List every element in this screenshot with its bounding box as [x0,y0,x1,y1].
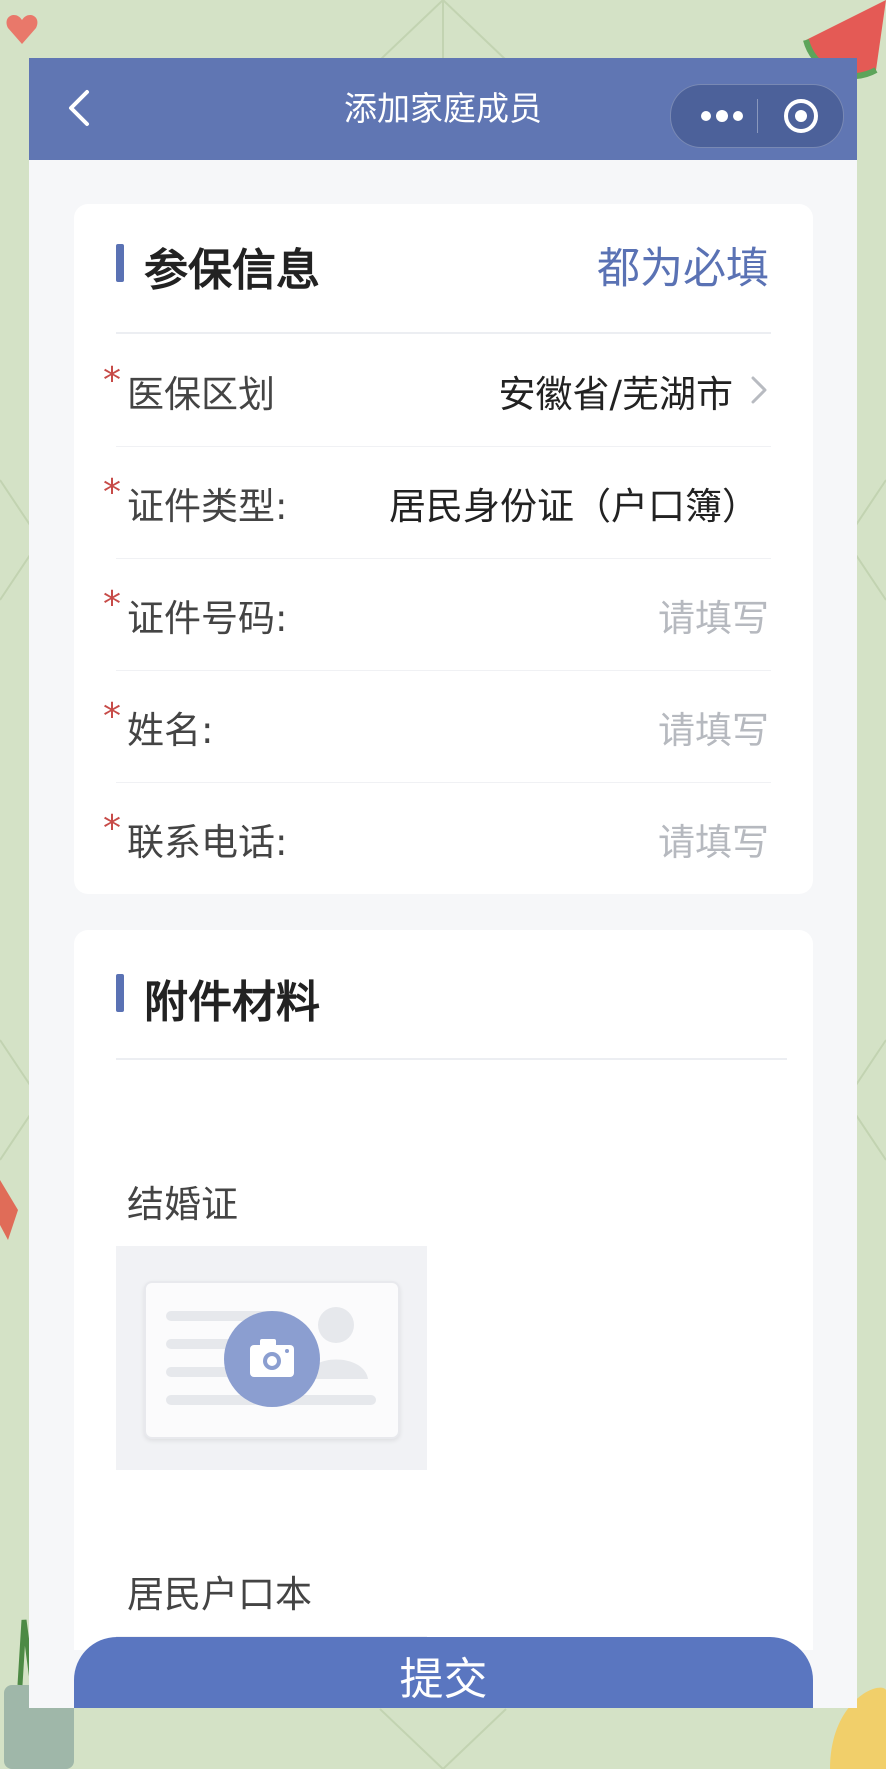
submit-button[interactable]: 提交 [74,1637,813,1708]
field-label: 证件号码: [127,597,288,640]
region-value[interactable]: 安徽省/芜湖市 [499,364,733,418]
heart-decoration-icon [6,14,38,44]
field-row-name[interactable]: * 姓名: 请填写 [74,670,813,782]
required-star: * [103,696,121,737]
id-number-input[interactable]: 请填写 [658,588,769,642]
navigation-bar: 添加家庭成员 [29,58,857,160]
insurance-info-card: 参保信息 都为必填 * 医保区划 安徽省/芜湖市 * 证件类型: 居民身份证（户… [74,204,813,894]
attachment-label: 结婚证 [127,1183,238,1226]
field-label: 姓名: [127,709,214,752]
divider [116,1058,787,1060]
section-accent-bar [116,244,124,282]
more-dots-icon[interactable] [699,103,745,129]
marriage-certificate-upload[interactable] [116,1246,427,1470]
field-row-phone[interactable]: * 联系电话: 请填写 [74,782,813,894]
name-input[interactable]: 请填写 [658,700,769,754]
field-label: 证件类型: [127,485,288,528]
field-row-region[interactable]: * 医保区划 安徽省/芜湖市 [74,334,813,446]
required-note: 都为必填 [597,244,769,294]
section-title: 附件材料 [144,977,320,1028]
mini-program-capsule [670,84,844,148]
attachments-card: 附件材料 结婚证 居民户口本 [74,930,813,1656]
required-star: * [103,472,121,513]
chevron-right-icon[interactable] [749,374,769,406]
required-star: * [103,584,121,625]
target-close-icon[interactable] [783,98,819,134]
field-label: 医保区划 [127,373,275,416]
phone-input[interactable]: 请填写 [658,812,769,866]
starfish-decoration-icon [0,1180,18,1240]
camera-icon[interactable] [224,1311,320,1407]
id-type-value[interactable]: 居民身份证（户口簿） [389,476,759,530]
field-row-id-type[interactable]: * 证件类型: 居民身份证（户口簿） [74,446,813,558]
attachment-label: 居民户口本 [127,1573,312,1616]
section-title: 参保信息 [144,245,320,296]
field-label: 联系电话: [127,821,288,864]
field-row-id-number[interactable]: * 证件号码: 请填写 [74,558,813,670]
required-star: * [103,360,121,401]
capsule-divider [757,99,758,133]
phone-screen: 添加家庭成员 参保信息 都为必填 * 医保区划 安徽省/芜湖市 * 证件类型: … [29,58,857,1708]
section-accent-bar [116,974,124,1012]
required-star: * [103,808,121,849]
